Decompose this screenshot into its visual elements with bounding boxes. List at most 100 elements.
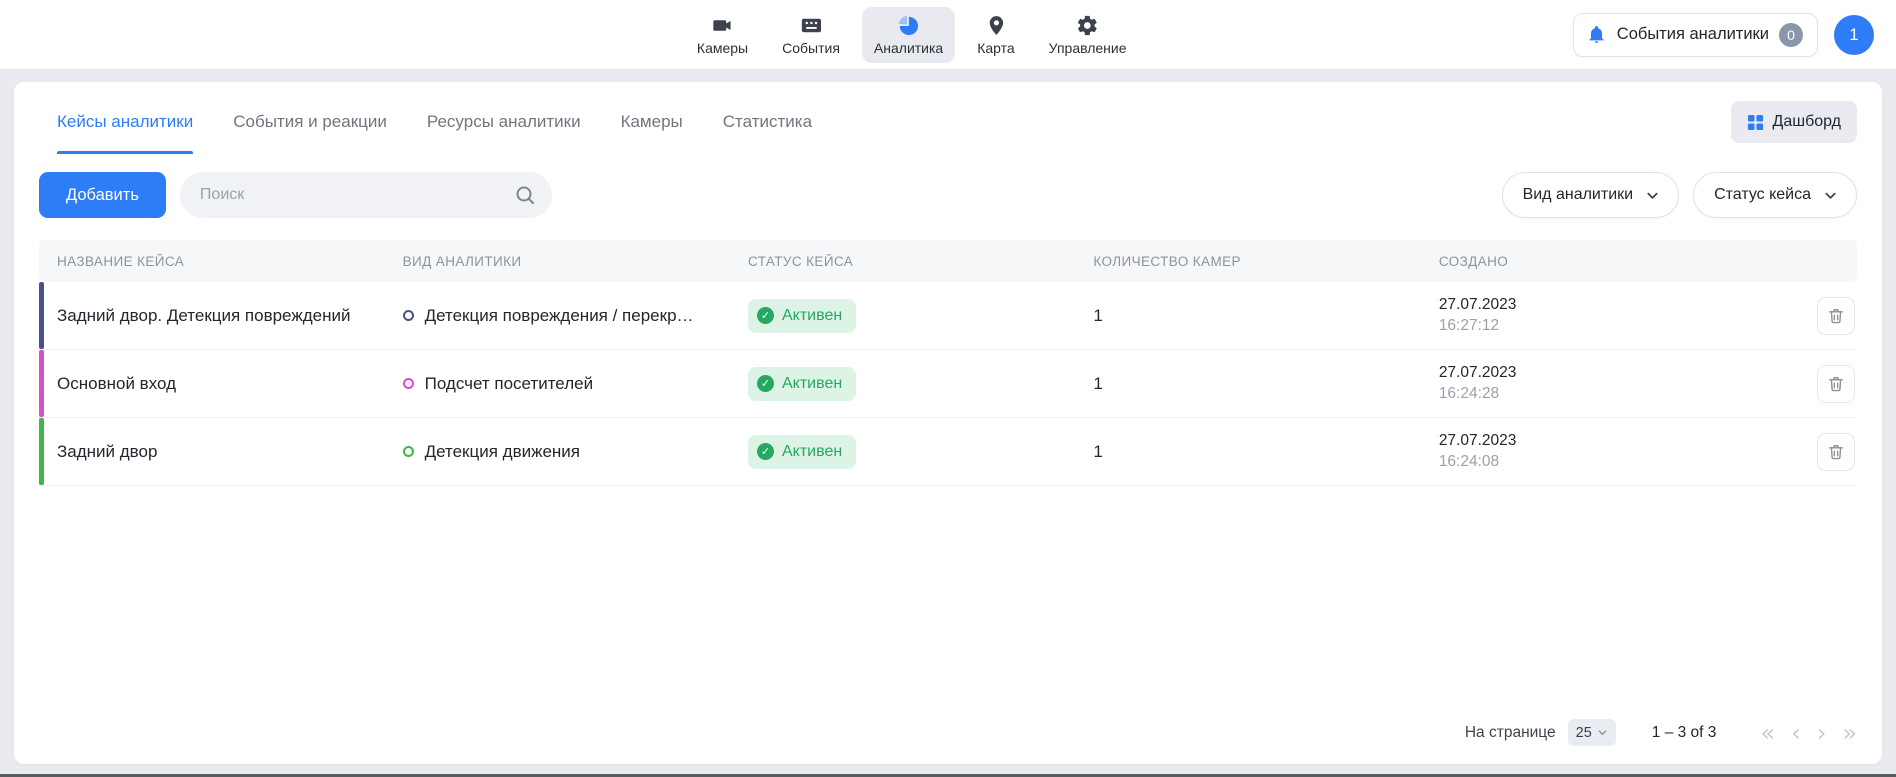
analytics-panel: Кейсы аналитики События и реакции Ресурс… [14,82,1882,764]
table-row[interactable]: Задний двор Детекция движения ✓ Активен … [39,418,1857,486]
created-time: 16:27:12 [1439,316,1773,337]
analytics-type-cell: Детекция повреждения / перекр… [403,306,748,326]
per-page-value: 25 [1576,725,1592,741]
analytics-type-filter[interactable]: Вид аналитики [1502,172,1680,218]
toolbar: Добавить Вид аналитики Статус кейса [39,172,1857,218]
dashboard-button[interactable]: Дашборд [1731,101,1858,143]
tab-analytics-cases[interactable]: Кейсы аналитики [57,90,193,154]
analytics-type-dot-icon [403,446,414,457]
analytics-type-label: Детекция повреждения / перекр… [425,306,694,326]
status-label: Активен [782,375,842,393]
cameras-count: 1 [1093,442,1438,462]
status-label: Активен [782,307,842,325]
tabs-row: Кейсы аналитики События и реакции Ресурс… [39,90,1857,154]
case-status-filter[interactable]: Статус кейса [1693,172,1857,218]
actions-cell [1785,297,1857,335]
tab-statistics[interactable]: Статистика [723,90,812,154]
nav-item-map[interactable]: Карта [965,7,1026,63]
gear-icon [1076,14,1099,38]
primary-nav: Камеры События Аналитика Карта [685,7,1139,63]
tab-cameras[interactable]: Камеры [621,90,683,154]
analytics-type-label: Подсчет посетителей [425,374,593,394]
column-header-cameras-count: КОЛИЧЕСТВО КАМЕР [1093,254,1438,269]
case-status-cell: ✓ Активен [748,435,1093,469]
actions-cell [1785,433,1857,471]
nav-item-cameras[interactable]: Камеры [685,7,760,63]
last-page-icon[interactable]: » [1842,721,1857,745]
user-avatar[interactable]: 1 [1834,15,1874,55]
created-cell: 27.07.2023 16:24:28 [1439,363,1785,405]
cameras-count: 1 [1093,306,1438,326]
pagination-bar: На странице 25 1 – 3 of 3 « ‹ › » [39,711,1857,748]
case-status-cell: ✓ Активен [748,367,1093,401]
tab-analytics-resources[interactable]: Ресурсы аналитики [427,90,581,154]
table-header: НАЗВАНИЕ КЕЙСА ВИД АНАЛИТИКИ СТАТУС КЕЙС… [39,240,1857,282]
search-input[interactable] [180,172,552,218]
column-header-analytics-type: ВИД АНАЛИТИКИ [403,254,748,269]
nav-item-label: Управление [1049,40,1127,56]
column-header-created: СОЗДАНО [1439,254,1785,269]
check-icon: ✓ [757,375,774,392]
events-count-badge: 0 [1779,23,1803,47]
search-box [180,172,552,218]
trash-icon [1826,442,1846,462]
check-icon: ✓ [757,307,774,324]
first-page-icon[interactable]: « [1760,721,1775,745]
created-cell: 27.07.2023 16:24:08 [1439,431,1785,473]
prev-page-icon[interactable]: ‹ [1791,721,1801,745]
tab-events-reactions[interactable]: События и реакции [233,90,387,154]
cameras-count: 1 [1093,374,1438,394]
row-accent-bar [39,282,44,349]
analytics-events-button[interactable]: События аналитики 0 [1573,13,1818,57]
table-row[interactable]: Задний двор. Детекция повреждений Детекц… [39,282,1857,350]
case-status-filter-label: Статус кейса [1714,186,1811,204]
table-row[interactable]: Основной вход Подсчет посетителей ✓ Акти… [39,350,1857,418]
empty-area [39,486,1857,711]
events-icon [800,14,823,38]
case-status-cell: ✓ Активен [748,299,1093,333]
created-cell: 27.07.2023 16:27:12 [1439,295,1785,337]
case-name: Задний двор. Детекция повреждений [39,306,403,326]
column-header-case-name: НАЗВАНИЕ КЕЙСА [39,254,403,269]
created-date: 27.07.2023 [1439,295,1773,316]
status-label: Активен [782,443,842,461]
case-name: Задний двор [39,442,403,462]
video-camera-icon [711,14,734,38]
nav-item-label: Камеры [697,40,748,56]
check-icon: ✓ [757,443,774,460]
cases-table: НАЗВАНИЕ КЕЙСА ВИД АНАЛИТИКИ СТАТУС КЕЙС… [39,240,1857,486]
add-case-button[interactable]: Добавить [39,172,166,218]
dashboard-grid-icon [1747,114,1764,131]
delete-case-button[interactable] [1817,433,1855,471]
column-header-case-status: СТАТУС КЕЙСА [748,254,1093,269]
row-accent-bar [39,418,44,485]
nav-item-analytics[interactable]: Аналитика [862,7,955,63]
pager-controls: « ‹ › » [1760,721,1857,745]
nav-item-management[interactable]: Управление [1037,7,1139,63]
status-badge: ✓ Активен [748,299,856,333]
analytics-type-cell: Детекция движения [403,442,748,462]
analytics-type-label: Детекция движения [425,442,580,462]
next-page-icon[interactable]: › [1817,721,1827,745]
chevron-down-icon [1597,727,1608,738]
delete-case-button[interactable] [1817,365,1855,403]
pie-chart-icon [897,14,920,38]
per-page-select[interactable]: 25 [1568,719,1616,746]
dashboard-button-label: Дашборд [1773,113,1842,131]
case-name: Основной вход [39,374,403,394]
top-bar: Камеры События Аналитика Карта [0,0,1896,70]
created-time: 16:24:28 [1439,384,1773,405]
analytics-type-dot-icon [403,378,414,389]
status-badge: ✓ Активен [748,367,856,401]
events-button-label: События аналитики [1617,25,1769,44]
status-badge: ✓ Активен [748,435,856,469]
nav-item-events[interactable]: События [770,7,852,63]
chevron-down-icon [1823,188,1838,203]
bell-icon [1586,24,1607,45]
delete-case-button[interactable] [1817,297,1855,335]
row-accent-bar [39,350,44,417]
trash-icon [1826,374,1846,394]
analytics-type-dot-icon [403,310,414,321]
nav-item-label: События [782,40,840,56]
chevron-down-icon [1645,188,1660,203]
